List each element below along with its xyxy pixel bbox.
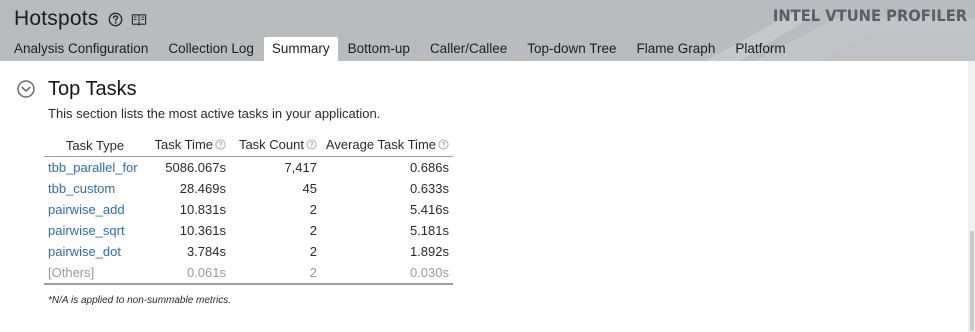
task-time-cell: 5086.067s — [165, 160, 226, 175]
average-task-time-cell: 5.181s — [409, 223, 449, 238]
tab-bottom-up[interactable]: Bottom-up — [338, 38, 420, 61]
top-tasks-table: Task Type Task Time Task Count Average T… — [44, 135, 453, 285]
question-circle-icon[interactable] — [107, 11, 123, 27]
title-row: Hotspots — [14, 7, 147, 31]
task-time-cell: 28.469s — [179, 181, 226, 196]
tab-flame-graph[interactable]: Flame Graph — [627, 38, 726, 61]
tab-top-down-tree[interactable]: Top-down Tree — [517, 38, 626, 61]
tab-collection-log[interactable]: Collection Log — [158, 38, 264, 61]
header-bar: Hotspots INTEL VTUNE PROFILER Analysis C… — [0, 0, 975, 61]
section-title: Top Tasks — [48, 78, 137, 100]
task-count-cell: 2 — [309, 202, 317, 217]
tab-platform[interactable]: Platform — [725, 38, 795, 61]
task-count-cell: 2 — [309, 244, 317, 259]
vertical-scrollbar[interactable] — [968, 61, 975, 332]
task-type-others: [Others] — [44, 262, 146, 285]
task-type-link[interactable]: tbb_parallel_for — [44, 157, 146, 179]
table-header-row: Task Type Task Time Task Count Average T… — [44, 135, 453, 157]
brand-logo: INTEL VTUNE PROFILER — [772, 6, 967, 25]
analysis-title: Hotspots — [14, 7, 99, 30]
task-time-cell: 10.831s — [179, 202, 226, 217]
column-header-label: Task Time — [154, 137, 213, 153]
tab-bar: Analysis Configuration Collection Log Su… — [4, 37, 796, 61]
tab-summary[interactable]: Summary — [263, 37, 338, 61]
column-header-task-time[interactable]: Task Time — [146, 135, 230, 157]
average-task-time-cell: 0.030s — [321, 262, 453, 285]
book-icon[interactable] — [131, 11, 147, 27]
task-type-link[interactable]: pairwise_dot — [44, 241, 146, 262]
scrollbar-thumb[interactable] — [970, 231, 974, 331]
task-type-link[interactable]: tbb_custom — [44, 178, 146, 199]
task-count-cell: 7,417 — [284, 160, 317, 175]
question-circle-icon[interactable] — [306, 138, 317, 153]
column-header-average-task-time[interactable]: Average Task Time — [321, 135, 453, 157]
task-count-cell: 2 — [230, 262, 321, 285]
column-header-label: Average Task Time — [325, 137, 436, 153]
task-time-cell: 0.061s — [146, 262, 230, 285]
vtune-window: Hotspots INTEL VTUNE PROFILER Analysis C… — [0, 0, 975, 332]
average-task-time-cell: 5.416s — [409, 202, 449, 217]
tab-caller-callee[interactable]: Caller/Callee — [420, 38, 517, 61]
table-row: pairwise_add 10.831s 2 5.416s — [44, 199, 453, 220]
question-circle-icon[interactable] — [215, 138, 226, 153]
table-row: tbb_custom 28.469s 45 0.633s — [44, 178, 453, 199]
average-task-time-cell: 1.892s — [409, 244, 449, 259]
summary-panel: Top Tasks This section lists the most ac… — [0, 61, 975, 332]
section-description: This section lists the most active tasks… — [48, 106, 381, 121]
table-row-others: [Others] 0.061s 2 0.030s — [44, 262, 453, 285]
task-time-cell: 10.361s — [179, 223, 226, 238]
task-count-cell: 2 — [309, 223, 317, 238]
task-type-link[interactable]: pairwise_add — [44, 199, 146, 220]
task-time-cell: 3.784s — [186, 244, 226, 259]
column-header-label: Task Type — [65, 137, 125, 153]
column-header-task-type[interactable]: Task Type — [44, 135, 146, 157]
column-header-task-count[interactable]: Task Count — [230, 135, 321, 157]
task-type-link[interactable]: pairwise_sqrt — [44, 220, 146, 241]
footnote: *N/A is applied to non-summable metrics. — [48, 295, 232, 306]
table-row: pairwise_dot 3.784s 2 1.892s — [44, 241, 453, 262]
table-row: tbb_parallel_for 5086.067s 7,417 0.686s — [44, 157, 453, 179]
average-task-time-cell: 0.633s — [409, 181, 449, 196]
average-task-time-cell: 0.686s — [409, 160, 449, 175]
tab-analysis-configuration[interactable]: Analysis Configuration — [4, 38, 158, 61]
task-count-cell: 45 — [302, 181, 317, 196]
chevron-down-circle-icon[interactable] — [17, 80, 35, 98]
question-circle-icon[interactable] — [438, 138, 449, 153]
column-header-label: Task Count — [238, 137, 304, 153]
table-row: pairwise_sqrt 10.361s 2 5.181s — [44, 220, 453, 241]
